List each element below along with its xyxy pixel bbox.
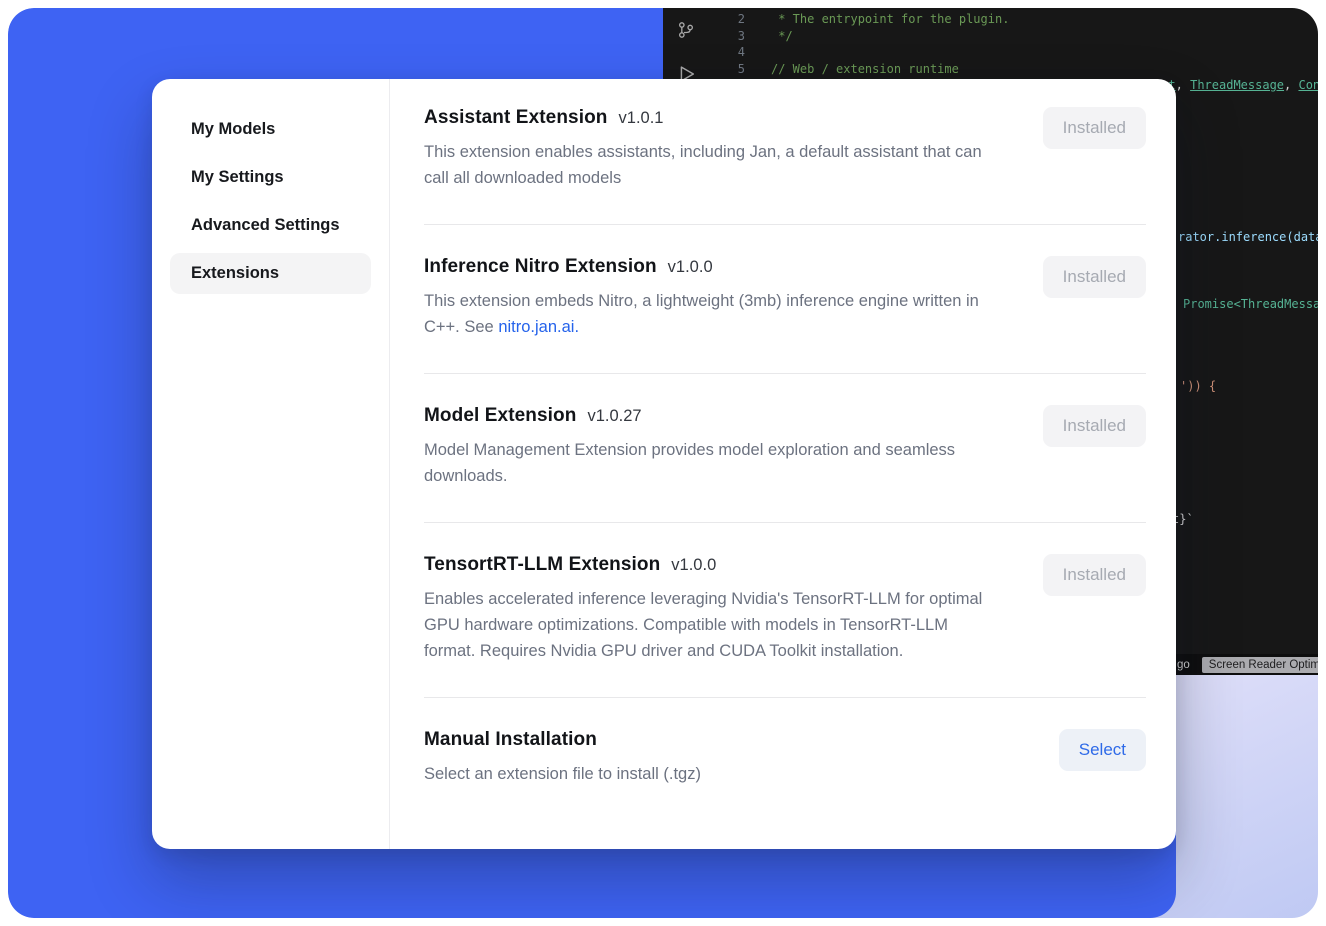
extension-description: This extension enables assistants, inclu… [424, 139, 996, 191]
installed-button[interactable]: Installed [1043, 256, 1146, 298]
line-number: 2 [709, 11, 745, 28]
code-fragment: rator.inference(data)); [1178, 229, 1318, 245]
extension-info: Manual Installation Select an extension f… [424, 729, 701, 787]
code-token: ThreadMessage [1190, 78, 1284, 92]
code-token: , [1284, 78, 1298, 92]
description-text: Enables accelerated inference leveraging… [424, 590, 982, 660]
line-number: 4 [709, 44, 745, 61]
description-text: Model Management Extension provides mode… [424, 441, 955, 485]
page-background: 2 * The entrypoint for the plugin.3 */45… [8, 8, 1318, 918]
extension-heading: Model Extension v1.0.27 [424, 405, 996, 427]
code-line: 2 * The entrypoint for the plugin. [709, 11, 1318, 28]
extension-info: Assistant Extension v1.0.1 This extension … [424, 107, 996, 191]
extension-row: Model Extension v1.0.27 Model Management E… [424, 373, 1146, 522]
extension-version: v1.0.0 [668, 258, 713, 277]
code-line: 4 [709, 44, 1318, 61]
code-text: * The entrypoint for the plugin. [771, 11, 1009, 28]
extension-info: TensortRT-LLM Extension v1.0.0 Enables acc… [424, 554, 996, 664]
extension-description: This extension embeds Nitro, a lightweig… [424, 288, 996, 340]
code-token: */ [771, 29, 793, 43]
code-text: // Web / extension runtime [771, 61, 959, 78]
installed-button[interactable]: Installed [1043, 107, 1146, 149]
sidebar-item-my-models[interactable]: My Models [170, 109, 371, 150]
extension-info: Model Extension v1.0.27 Model Management E… [424, 405, 996, 489]
extension-title: Assistant Extension [424, 107, 608, 129]
extension-info: Inference Nitro Extension v1.0.0 This exte… [424, 256, 996, 340]
line-number: 5 [709, 61, 745, 78]
code-text: */ [771, 28, 793, 45]
code-token: , [1176, 78, 1190, 92]
code-token: ContentType [1298, 78, 1318, 92]
extension-description: Enables accelerated inference leveraging… [424, 586, 996, 664]
status-bar-text: go [1177, 659, 1190, 671]
settings-sidebar: My Models My Settings Advanced Settings Ext… [152, 79, 390, 849]
extension-row: TensortRT-LLM Extension v1.0.0 Enables acc… [424, 522, 1146, 697]
extension-version: v1.0.1 [619, 109, 664, 128]
description-text: This extension enables assistants, inclu… [424, 143, 982, 187]
extension-row: Assistant Extension v1.0.1 This extension … [424, 107, 1146, 224]
extension-description: Select an extension file to install (.tg… [424, 761, 701, 787]
installed-button[interactable]: Installed [1043, 405, 1146, 447]
code-line: 3 */ [709, 28, 1318, 45]
extension-title: Manual Installation [424, 729, 597, 751]
code-token: // Web / extension runtime [771, 62, 959, 76]
code-token: * The entrypoint for the plugin. [771, 12, 1009, 26]
line-number: 3 [709, 28, 745, 45]
description-text: Select an extension file to install (.tg… [424, 765, 701, 783]
extension-version: v1.0.27 [587, 407, 641, 426]
extension-heading: TensortRT-LLM Extension v1.0.0 [424, 554, 996, 576]
nitro-jan-ai-link[interactable]: nitro.jan.ai. [498, 318, 579, 336]
extension-row: Manual Installation Select an extension f… [424, 697, 1146, 820]
extension-version: v1.0.0 [671, 556, 716, 575]
extension-title: Model Extension [424, 405, 576, 427]
extension-row: Inference Nitro Extension v1.0.0 This exte… [424, 224, 1146, 373]
installed-button[interactable]: Installed [1043, 554, 1146, 596]
code-fragment: Promise<ThreadMessage> [1183, 296, 1318, 312]
extension-title: Inference Nitro Extension [424, 256, 657, 278]
source-control-icon[interactable] [674, 18, 698, 42]
screen-reader-chip[interactable]: Screen Reader Optimize [1202, 657, 1318, 673]
extension-heading: Inference Nitro Extension v1.0.0 [424, 256, 996, 278]
extension-title: TensortRT-LLM Extension [424, 554, 660, 576]
extensions-list: Assistant Extension v1.0.1 This extension … [390, 79, 1176, 849]
sidebar-item-my-settings[interactable]: My Settings [170, 157, 371, 198]
extension-heading: Assistant Extension v1.0.1 [424, 107, 996, 129]
sidebar-item-advanced-settings[interactable]: Advanced Settings [170, 205, 371, 246]
code-fragment: ')) { [1180, 378, 1216, 394]
settings-modal: My Models My Settings Advanced Settings Ext… [152, 79, 1176, 849]
extension-heading: Manual Installation [424, 729, 701, 751]
extension-description: Model Management Extension provides mode… [424, 437, 996, 489]
sidebar-item-extensions[interactable]: Extensions [170, 253, 371, 294]
select-button[interactable]: Select [1059, 729, 1146, 771]
code-line: 5 // Web / extension runtime [709, 61, 1318, 78]
